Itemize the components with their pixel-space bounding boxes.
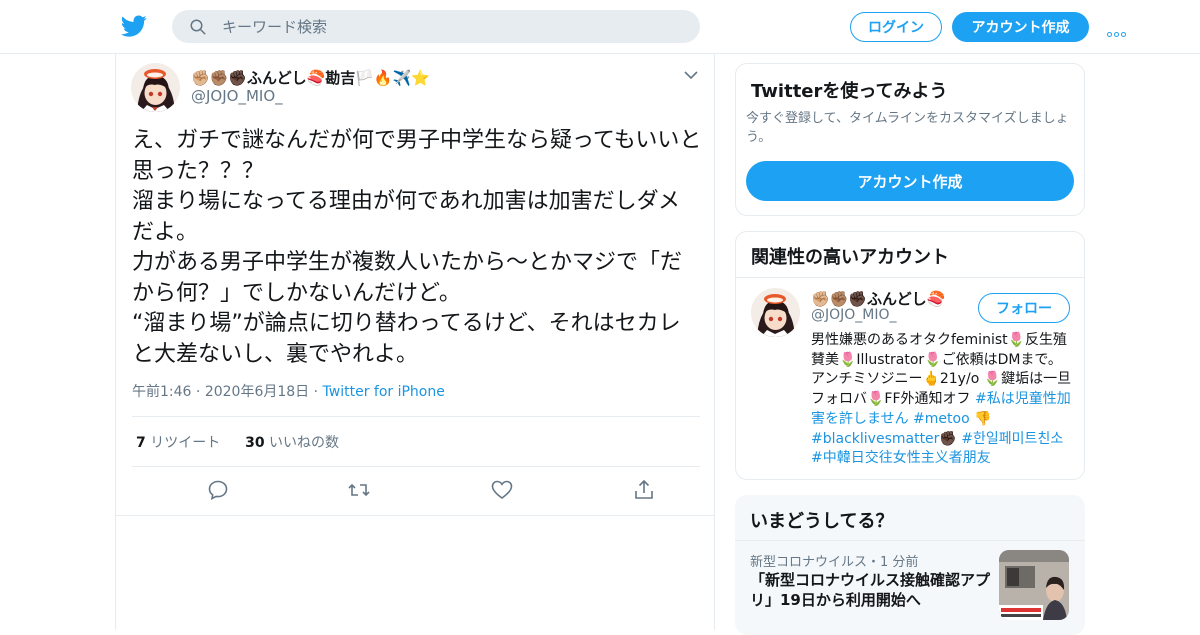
signup-card: Twitterを使ってみよう 今すぐ登録して、タイムラインをカスタマイズしましょ… (735, 63, 1085, 216)
like-stat[interactable]: 30 いいねの数 (245, 435, 339, 451)
trend-thumbnail[interactable] (999, 550, 1069, 620)
meta-separator: · (313, 384, 323, 400)
related-handle[interactable]: @JOJO_MIO_ (811, 307, 897, 323)
related-title: 関連性の高いアカウント (751, 247, 949, 268)
top-bar: ログイン アカウント作成 (0, 0, 1200, 54)
divider (132, 466, 700, 467)
signup-card-subtitle: 今すぐ登録して、タイムラインをカスタマイズしましょう。 (746, 111, 1069, 145)
trends-header: いまどうしてる？ (735, 495, 1085, 541)
like-heart-icon[interactable] (490, 478, 514, 502)
divider (132, 416, 700, 417)
tweet-text: え、ガチで謎なんだが何で男子中学生なら疑ってもいいと思った？？？ 溜まり場になっ… (132, 128, 702, 367)
search-input[interactable] (222, 10, 682, 43)
chevron-down-icon[interactable] (684, 70, 698, 80)
retweet-label: リツイート (150, 435, 221, 451)
related-accounts-card: 関連性の高いアカウント ✊🏼✊🏽✊🏿ふんどし🍣 @JOJO_MIO_ フォロー … (735, 231, 1085, 480)
meta-separator: · (195, 384, 205, 400)
avatar-illustration-icon (751, 288, 800, 337)
tweet-date[interactable]: 2020年6月18日 (205, 384, 309, 400)
search-bar[interactable] (172, 10, 700, 43)
tweet-source-link[interactable]: Twitter for iPhone (323, 384, 445, 400)
retweet-count: 7 (136, 435, 146, 451)
signup-button[interactable]: アカウント作成 (952, 12, 1089, 42)
related-name[interactable]: ✊🏼✊🏽✊🏿ふんどし🍣 (811, 288, 945, 309)
trend-meta: 新型コロナウイルス・1 分前 (750, 555, 919, 570)
trend-thumbnail-image (999, 550, 1069, 620)
signup-card-button[interactable]: アカウント作成 (746, 161, 1074, 201)
search-icon (190, 19, 206, 35)
related-avatar[interactable] (751, 288, 800, 337)
related-bio: 男性嫌悪のあるオタクfeminist🌷反生殖賛美🌷Illustrator🌷ご依頼… (811, 331, 1073, 469)
retweet-icon[interactable] (347, 478, 371, 502)
reply-icon[interactable] (206, 478, 230, 502)
trend-title[interactable]: 「新型コロナウイルス接触確認アプリ」19日から利用開始へ (750, 570, 990, 610)
like-label: いいねの数 (269, 435, 340, 451)
trends-card: いまどうしてる？ 新型コロナウイルス・1 分前 「新型コロナウイルス接触確認アプ… (735, 495, 1085, 635)
avatar-illustration-icon (131, 63, 180, 112)
trends-title: いまどうしてる？ (750, 511, 894, 532)
twitter-logo-icon[interactable] (120, 13, 148, 39)
share-icon[interactable] (632, 478, 656, 502)
author-name[interactable]: ✊🏼✊🏽✊🏿ふんどし🍣勘吉🏳️🔥✈️⭐️ (191, 67, 430, 88)
retweet-stat[interactable]: 7 リツイート (136, 435, 220, 451)
login-button[interactable]: ログイン (850, 12, 942, 42)
author-handle[interactable]: @JOJO_MIO_ (191, 87, 283, 105)
tweet-meta: 午前1:46 · 2020年6月18日 · Twitter for iPhone (132, 381, 445, 401)
more-menu-icon[interactable] (1107, 22, 1131, 37)
tweet-actions (132, 478, 700, 504)
related-header: 関連性の高いアカウント (736, 232, 1084, 278)
signup-card-title: Twitterを使ってみよう (751, 81, 948, 102)
follow-button[interactable]: フォロー (978, 293, 1070, 323)
tweet-time[interactable]: 午前1:46 (132, 384, 191, 400)
divider (116, 515, 714, 516)
avatar[interactable] (131, 63, 180, 112)
tweet-column: ✊🏼✊🏽✊🏿ふんどし🍣勘吉🏳️🔥✈️⭐️ @JOJO_MIO_ え、ガチで謎なん… (115, 54, 715, 630)
like-count: 30 (245, 435, 265, 451)
tweet-stats: 7 リツイート 30 いいねの数 (136, 432, 339, 452)
